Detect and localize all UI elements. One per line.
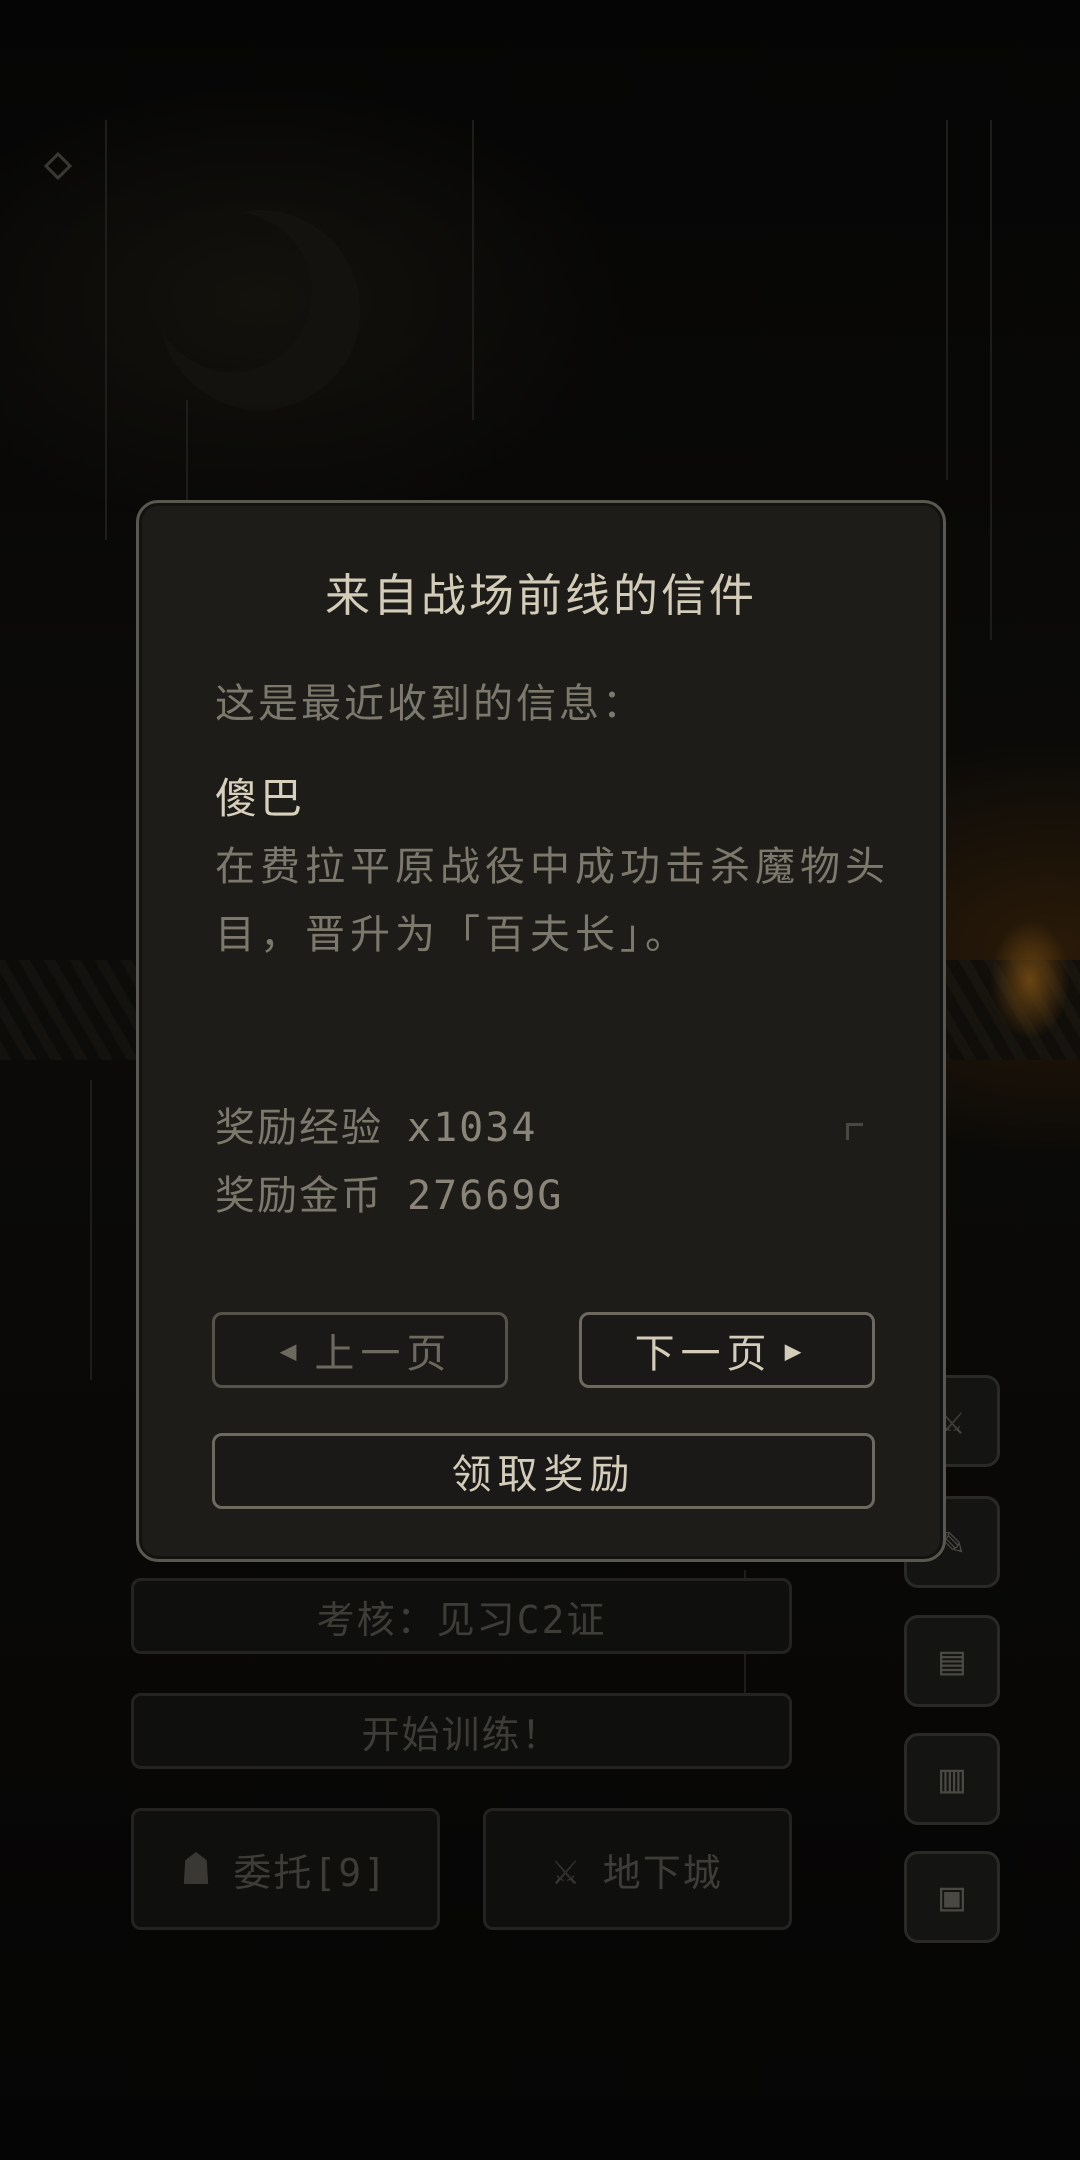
commission-button[interactable]: ☗ 委托[9] bbox=[131, 1808, 440, 1930]
next-page-label: 下一页 bbox=[634, 1331, 773, 1377]
corner-ornament bbox=[846, 1123, 863, 1140]
commission-label: 委托[9] bbox=[233, 1850, 389, 1895]
right-triangle-icon: ▶ bbox=[784, 1333, 808, 1367]
start-training-label: 开始训练！ bbox=[361, 1712, 562, 1757]
next-page-button[interactable]: 下一页 ▶ bbox=[579, 1312, 875, 1388]
letter-dialog: 来自战场前线的信件 这是最近收到的信息： 傻巴 在费拉平原战役中成功击杀魔物头目… bbox=[136, 500, 946, 1562]
side-computer-button[interactable]: ▣ bbox=[904, 1851, 1000, 1943]
rain-streak bbox=[90, 1080, 92, 1380]
reward-exp-label: 奖励经验 bbox=[215, 1105, 383, 1151]
crescent-moon bbox=[160, 210, 360, 410]
rain-streak bbox=[105, 120, 107, 540]
dialog-title: 来自战场前线的信件 bbox=[324, 569, 757, 622]
reward-gold-value: 27669G bbox=[407, 1173, 564, 1219]
dialog-intro: 这是最近收到的信息： bbox=[215, 681, 645, 727]
letter-message: 在费拉平原战役中成功击杀魔物头目，晋升为「百夫长」。 bbox=[215, 844, 890, 958]
letter-sender: 傻巴 bbox=[215, 774, 306, 823]
start-training-button[interactable]: 开始训练！ bbox=[131, 1693, 792, 1769]
rain-streak bbox=[990, 120, 992, 640]
dungeon-button[interactable]: ⚔ 地下城 bbox=[483, 1808, 792, 1930]
torch-glow bbox=[990, 920, 1070, 1040]
claim-reward-button[interactable]: 领取奖励 bbox=[212, 1433, 875, 1509]
computer-icon: ▣ bbox=[939, 1874, 965, 1920]
hooded-figure-icon: ☗ bbox=[182, 1843, 212, 1895]
exam-label: 考核：见习C2证 bbox=[316, 1597, 607, 1642]
scroll-icon: ▤ bbox=[939, 1638, 965, 1684]
left-triangle-icon: ◀ bbox=[279, 1333, 303, 1367]
prev-page-button[interactable]: ◀ 上一页 bbox=[212, 1312, 508, 1388]
prev-page-label: 上一页 bbox=[314, 1331, 453, 1377]
reward-gold-label: 奖励金币 bbox=[215, 1173, 383, 1219]
reward-exp-value: x1034 bbox=[407, 1105, 538, 1151]
side-scroll-button[interactable]: ▤ bbox=[904, 1615, 1000, 1707]
rain-streak bbox=[472, 120, 474, 420]
sword-icon: ⚔ bbox=[552, 1843, 581, 1895]
reward-exp: 奖励经验 x1034 bbox=[215, 1095, 537, 1153]
book-icon: ▥ bbox=[939, 1756, 965, 1802]
exam-button[interactable]: 考核：见习C2证 bbox=[131, 1578, 792, 1654]
claim-reward-label: 领取奖励 bbox=[451, 1452, 636, 1498]
side-book-button[interactable]: ▥ bbox=[904, 1733, 1000, 1825]
reward-gold: 奖励金币 27669G bbox=[215, 1163, 564, 1221]
dungeon-label: 地下城 bbox=[602, 1850, 723, 1895]
rain-streak bbox=[946, 120, 948, 480]
